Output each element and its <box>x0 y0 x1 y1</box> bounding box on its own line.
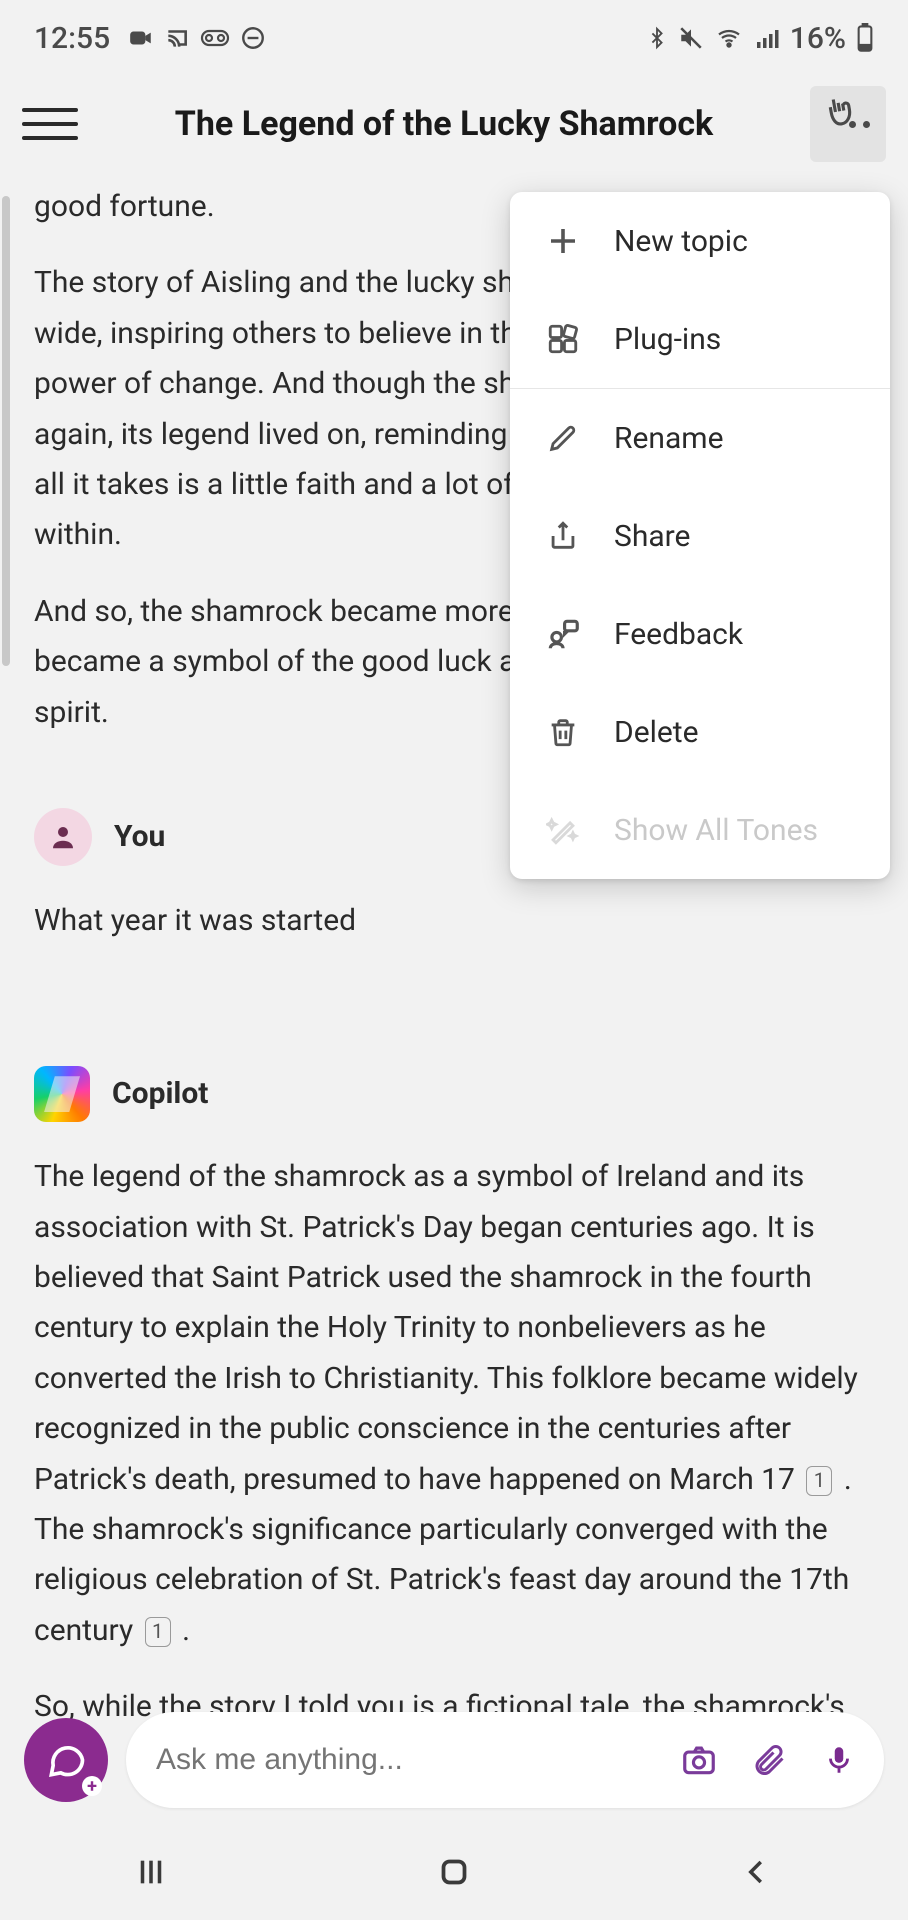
menu-label: New topic <box>614 224 748 259</box>
citation-badge[interactable]: 1 <box>145 1617 171 1647</box>
attachment-icon[interactable] <box>748 1739 790 1781</box>
copilot-message-text: The legend of the shamrock as a symbol o… <box>34 1152 874 1656</box>
cast-icon <box>164 25 190 51</box>
menu-label: Share <box>614 519 690 554</box>
message-input-container[interactable] <box>126 1712 884 1808</box>
text-span: The legend of the shamrock as a symbol o… <box>34 1159 858 1496</box>
camera-icon[interactable] <box>678 1739 720 1781</box>
text-span: . <box>182 1613 190 1648</box>
signal-icon <box>754 26 780 50</box>
back-button[interactable] <box>727 1842 787 1902</box>
battery-icon <box>856 23 874 53</box>
new-chat-button[interactable]: + <box>24 1718 108 1802</box>
copilot-message-header: Copilot <box>34 1066 874 1122</box>
user-label: You <box>114 812 165 862</box>
plus-badge-icon: + <box>82 1776 102 1796</box>
menu-label: Delete <box>614 715 699 750</box>
menu-show-tones: Show All Tones <box>510 781 890 879</box>
scroll-indicator <box>2 196 10 666</box>
battery-percent: 16% <box>790 21 846 56</box>
plugins-icon <box>542 318 584 360</box>
citation-badge[interactable]: 1 <box>806 1466 832 1496</box>
video-icon <box>128 25 154 51</box>
system-nav-bar <box>0 1824 908 1920</box>
menu-button[interactable] <box>22 96 78 152</box>
cursor-icon <box>820 91 862 146</box>
app-header: The Legend of the Lucky Shamrock <box>0 76 908 172</box>
status-bar: 12:55 16% <box>0 0 908 76</box>
bluetooth-icon <box>646 24 668 52</box>
trash-icon <box>542 711 584 753</box>
menu-label: Feedback <box>614 617 743 652</box>
message-input[interactable] <box>156 1743 678 1777</box>
share-icon <box>542 515 584 557</box>
copilot-avatar <box>34 1066 90 1122</box>
home-button[interactable] <box>424 1842 484 1902</box>
status-time: 12:55 <box>34 21 110 56</box>
menu-delete[interactable]: Delete <box>510 683 890 781</box>
user-message-text: What year it was started <box>34 896 874 946</box>
plus-icon <box>542 220 584 262</box>
wand-icon <box>542 809 584 851</box>
context-menu: New topic Plug-ins Rename Share Feedback… <box>510 192 890 879</box>
menu-feedback[interactable]: Feedback <box>510 585 890 683</box>
recents-button[interactable] <box>121 1842 181 1902</box>
pencil-icon <box>542 417 584 459</box>
wifi-icon <box>714 26 744 50</box>
mute-icon <box>678 25 704 51</box>
vr-icon <box>200 28 230 48</box>
more-options-button[interactable] <box>810 86 886 162</box>
menu-plugins[interactable]: Plug-ins <box>510 290 890 389</box>
microphone-icon[interactable] <box>818 1739 860 1781</box>
menu-label: Plug-ins <box>614 322 721 357</box>
user-avatar <box>34 808 92 866</box>
menu-label: Rename <box>614 421 724 456</box>
composer-bar: + <box>0 1712 908 1808</box>
dnd-icon <box>240 25 266 51</box>
menu-label: Show All Tones <box>614 813 818 848</box>
feedback-icon <box>542 613 584 655</box>
menu-rename[interactable]: Rename <box>510 389 890 487</box>
copilot-label: Copilot <box>112 1069 208 1119</box>
menu-new-topic[interactable]: New topic <box>510 192 890 290</box>
menu-share[interactable]: Share <box>510 487 890 585</box>
page-title: The Legend of the Lucky Shamrock <box>78 104 810 144</box>
